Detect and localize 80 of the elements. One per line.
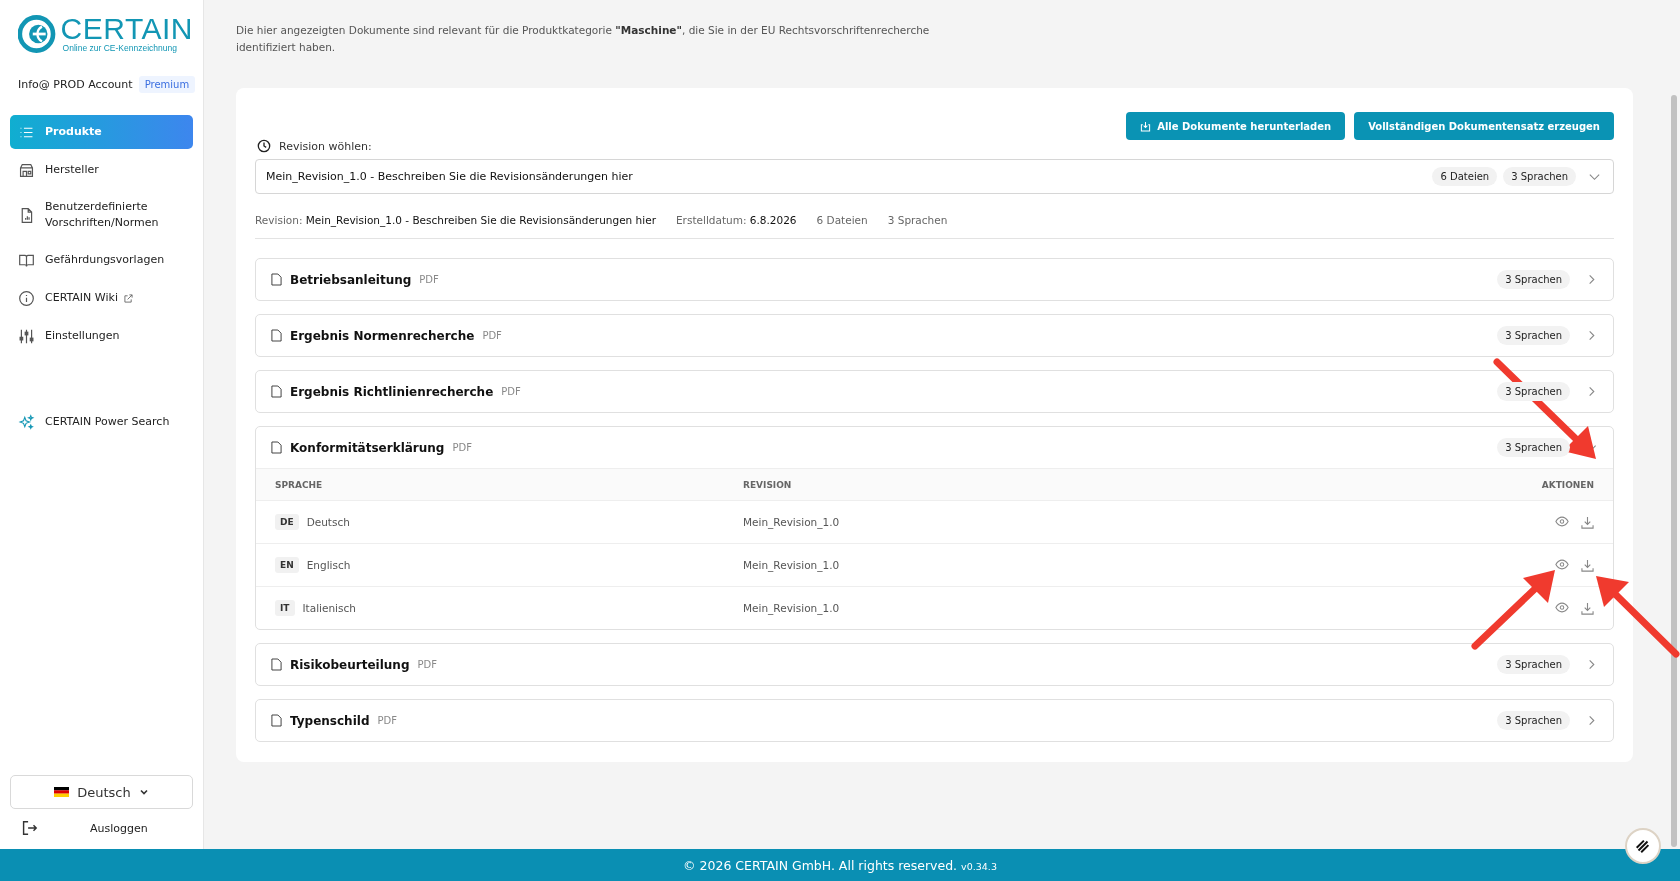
creation-date: Erstelldatum: 6.8.2026 <box>675 214 797 226</box>
clock-icon <box>257 139 271 153</box>
language-count: 3 Sprachen <box>1497 382 1570 401</box>
revision-select[interactable]: Mein_Revision_1.0 - Beschreiben Sie die Revisionsänderungen hier 6 Dateien 3 Sprachen <box>255 159 1614 194</box>
download-icon[interactable] <box>1581 601 1594 615</box>
language-count: 3 Sprachen <box>1497 270 1570 289</box>
pen-icon <box>1634 837 1652 855</box>
document-title: Risikobeurteilung <box>290 657 410 672</box>
file-icon <box>271 441 282 454</box>
view-icon[interactable] <box>1555 558 1569 570</box>
document-title: Betriebsanleitung <box>290 272 412 287</box>
file-icon <box>271 385 282 398</box>
document-title: Konformitätserklärung <box>290 440 445 455</box>
language-code: DE <box>275 514 299 530</box>
language-count: 3 Sprachen <box>1497 438 1570 457</box>
file-icon <box>271 273 282 286</box>
revision-label: Revision wöhlen: <box>279 139 372 153</box>
format-label: PDF <box>452 442 472 453</box>
language-count: 3 Sprachen <box>1497 655 1570 674</box>
format-label: PDF <box>501 386 521 397</box>
chevron-icon <box>138 787 149 797</box>
column-header: SPRACHE <box>275 479 324 490</box>
revision-info: Revision: Mein_Revision_1.0 - Beschreiben Sie die Revisionsänderungen hier <box>255 214 656 226</box>
sidebar-item[interactable]: Einstellungen <box>10 319 193 353</box>
plan-badge: Premium <box>138 76 196 93</box>
format-label: PDF <box>482 330 502 341</box>
language-select[interactable]: Deutsch <box>10 775 193 809</box>
copyright-text: © 2026 CERTAIN GmbH. All rights reserved. <box>683 857 958 873</box>
download-icon <box>1140 120 1152 132</box>
power-search-link[interactable]: CERTAIN Power Search <box>10 405 193 439</box>
column-header: REVISION <box>743 479 793 490</box>
view-icon[interactable] <box>1555 515 1569 527</box>
revision-cell-text: Mein_Revision_1.0 <box>743 602 841 614</box>
action-button[interactable]: Alle Dokumente herunterladen <box>1126 112 1346 140</box>
document-row[interactable]: Risikobeurteilung PDF 3 Sprachen <box>256 644 1613 685</box>
file-icon <box>271 714 282 727</box>
logout-icon[interactable] <box>20 819 38 837</box>
file-icon <box>271 658 282 671</box>
document-title: Ergebnis Richtlinienrecherche <box>290 384 494 399</box>
sidebar-item[interactable]: Benutzerdefinierte Vorschriften/Normen <box>10 191 193 239</box>
download-icon[interactable] <box>1581 558 1594 572</box>
file-count: 6 Dateien <box>816 214 868 226</box>
logo-tagline: Online zur CE-Kennzeichnung <box>61 43 178 53</box>
action-button[interactable]: Vollständigen Dokumentensatz erzeugen <box>1354 112 1614 140</box>
format-label: PDF <box>417 659 437 670</box>
sidebar-item[interactable]: CERTAIN Wiki <box>10 281 193 315</box>
document-row[interactable]: Betriebsanleitung PDF 3 Sprachen <box>256 259 1613 300</box>
sparkle-icon <box>18 413 35 431</box>
language-name: Italienisch <box>302 602 356 614</box>
revision-cell-text: Mein_Revision_1.0 <box>743 516 841 528</box>
download-icon[interactable] <box>1581 515 1594 529</box>
view-icon[interactable] <box>1555 601 1569 613</box>
language-name: Englisch <box>306 559 351 571</box>
account-name: Info@ PROD Account <box>18 78 133 91</box>
sliders-icon <box>18 327 35 345</box>
logout-link[interactable]: Ausloggen <box>90 821 148 835</box>
language-count: 3 Sprachen <box>1497 326 1570 345</box>
language-code: EN <box>275 557 299 573</box>
document-title: Typenschild <box>290 713 370 728</box>
language-name: Deutsch <box>306 516 350 528</box>
document-row[interactable]: Ergebnis Normenrecherche PDF 3 Sprachen <box>256 315 1613 356</box>
language-code: IT <box>275 600 295 616</box>
language-count: 3 Sprachen <box>887 214 948 226</box>
language-count: 3 Sprachen <box>1497 711 1570 730</box>
column-header: AKTIONEN <box>1540 479 1594 490</box>
intro-text: Die hier angezeigten Dokumente sind relevant für die Produktkategorie "Maschine", die Sie in der EU Rechtsvorschriftenrecherche identifiziert haben. <box>236 23 931 55</box>
format-label: PDF <box>419 274 439 285</box>
revision-cell-text: Mein_Revision_1.0 <box>743 559 841 571</box>
flag-icon <box>54 787 70 797</box>
version-label: v0.34.3 <box>961 860 997 872</box>
document-row[interactable]: Ergebnis Richtlinienrecherche PDF 3 Sprachen <box>256 371 1613 412</box>
sidebar-item[interactable]: Hersteller <box>10 153 193 187</box>
file-icon <box>271 329 282 342</box>
document-title: Ergebnis Normenrecherche <box>290 328 475 343</box>
sidebar-item[interactable]: Gefährdungsvorlagen <box>10 243 193 277</box>
document-row[interactable]: Typenschild PDF 3 Sprachen <box>256 700 1613 741</box>
logo-name: CERTAIN <box>60 15 193 43</box>
format-label: PDF <box>377 715 397 726</box>
info-icon <box>18 289 35 307</box>
store-icon <box>18 161 35 179</box>
